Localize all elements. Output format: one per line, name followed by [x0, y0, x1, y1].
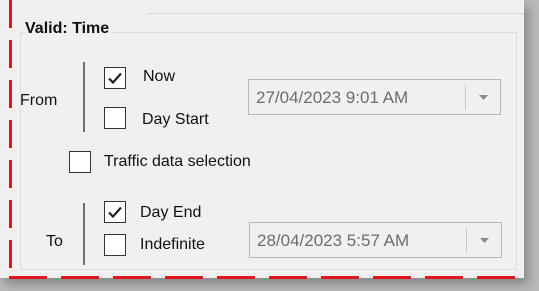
traffic-data-label[interactable]: Traffic data selection	[104, 153, 251, 171]
annotation-dashed-border-bottom	[9, 276, 524, 279]
checkmark-icon	[108, 206, 122, 219]
traffic-data-checkbox[interactable]	[69, 151, 91, 173]
from-separator	[83, 62, 85, 132]
to-datetime-divider	[466, 228, 467, 253]
checkmark-icon	[108, 72, 122, 85]
chevron-down-icon	[480, 238, 489, 243]
from-datetime-divider	[465, 85, 466, 110]
indefinite-checkbox[interactable]	[104, 234, 126, 256]
day-end-label[interactable]: Day End	[140, 204, 201, 222]
from-datetime-dropdown-button[interactable]	[467, 80, 500, 114]
day-start-label[interactable]: Day Start	[142, 111, 209, 129]
valid-time-panel: Valid: Time From Now Day Start 27/04/202…	[0, 0, 524, 279]
from-datetime-picker[interactable]: 27/04/2023 9:01 AM	[248, 79, 501, 115]
now-checkbox[interactable]	[104, 67, 126, 89]
to-datetime-picker[interactable]: 28/04/2023 5:57 AM	[249, 222, 502, 258]
from-label: From	[20, 92, 58, 109]
group-title: Valid: Time	[25, 20, 113, 38]
from-datetime-value: 27/04/2023 9:01 AM	[256, 88, 409, 107]
chevron-down-icon	[479, 95, 488, 100]
panel-top-edge	[147, 13, 524, 14]
indefinite-label[interactable]: Indefinite	[140, 236, 205, 254]
to-label: To	[46, 233, 63, 250]
to-datetime-value: 28/04/2023 5:57 AM	[257, 231, 410, 250]
to-separator	[83, 203, 85, 265]
annotation-dashed-border-left	[9, 0, 12, 278]
to-datetime-dropdown-button[interactable]	[468, 223, 501, 257]
now-label[interactable]: Now	[143, 68, 175, 86]
day-start-checkbox[interactable]	[104, 107, 126, 129]
day-end-checkbox[interactable]	[104, 201, 126, 223]
